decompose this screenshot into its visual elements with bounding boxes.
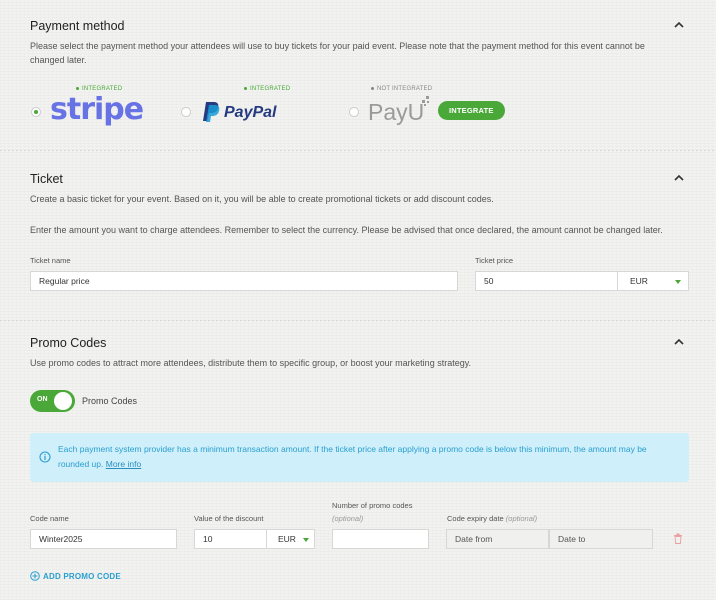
paypal-logo[interactable]: PayPal [224, 104, 276, 122]
ticket-title: Ticket [30, 172, 63, 186]
ticket-currency-value: EUR [630, 276, 648, 286]
discount-currency-select[interactable]: EUR [266, 529, 315, 549]
chevron-up-icon[interactable] [673, 336, 685, 348]
date-from-input[interactable]: Date from [446, 529, 549, 549]
ticket-name-label: Ticket name [30, 256, 71, 265]
payment-method-section: Payment method Please select the payment… [30, 0, 689, 150]
chevron-up-icon[interactable] [673, 172, 685, 184]
add-promo-code-label: ADD PROMO CODE [43, 572, 121, 581]
code-name-input[interactable]: Winter2025 [30, 529, 177, 549]
more-info-link[interactable]: More info [106, 459, 141, 469]
paypal-icon [203, 102, 220, 122]
add-promo-code-button[interactable]: ADD PROMO CODE [30, 571, 121, 581]
paypal-status: INTEGRATED [244, 86, 290, 92]
ticket-price-input[interactable]: 50 [475, 271, 618, 291]
caret-down-icon [303, 538, 309, 542]
payu-status: NOT INTEGRATED [371, 86, 432, 92]
ticket-section: Ticket Create a basic ticket for your ev… [30, 150, 689, 320]
stripe-radio[interactable] [31, 107, 41, 117]
promo-codes-toggle-label: Promo Codes [82, 396, 138, 406]
promo-count-label: Number of promo codes [332, 501, 413, 510]
promo-count-input[interactable] [332, 529, 429, 549]
plus-circle-icon [30, 571, 40, 581]
discount-value-label: Value of the discount [194, 514, 264, 523]
payu-logo[interactable]: PayU [368, 99, 424, 126]
expiry-date-label: Code expiry date (optional) [447, 514, 538, 523]
stripe-logo[interactable]: stripe [50, 92, 144, 127]
discount-value-input[interactable]: 10 [194, 529, 267, 549]
trash-icon[interactable] [673, 533, 683, 544]
payu-dots-icon [422, 96, 429, 106]
caret-down-icon [675, 280, 681, 284]
info-icon [39, 451, 51, 463]
promo-info-text: Each payment system provider has a minim… [58, 444, 647, 469]
chevron-up-icon[interactable] [673, 19, 685, 31]
ticket-name-input[interactable]: Regular price [30, 271, 458, 291]
toggle-state-label: ON [37, 396, 48, 403]
promo-info-box: Each payment system provider has a minim… [30, 433, 689, 482]
payment-method-title: Payment method [30, 19, 125, 33]
toggle-knob [54, 392, 72, 410]
integrate-button[interactable]: INTEGRATE [438, 101, 505, 120]
discount-currency-value: EUR [278, 534, 296, 544]
ticket-currency-note: Enter the amount you want to charge atte… [30, 225, 663, 235]
paypal-radio[interactable] [181, 107, 191, 117]
payu-radio[interactable] [349, 107, 359, 117]
date-to-input[interactable]: Date to [549, 529, 653, 549]
promo-codes-section: Promo Codes Use promo codes to attract m… [30, 320, 689, 600]
promo-codes-toggle[interactable]: ON [30, 390, 75, 412]
promo-codes-description: Use promo codes to attract more attendee… [30, 358, 472, 368]
ticket-price-label: Ticket price [475, 256, 514, 265]
code-name-label: Code name [30, 514, 69, 523]
promo-codes-title: Promo Codes [30, 336, 107, 350]
ticket-currency-select[interactable]: EUR [617, 271, 689, 291]
ticket-description: Create a basic ticket for your event. Ba… [30, 194, 494, 204]
promo-count-optional: (optional) [332, 514, 364, 523]
payment-method-description: Please select the payment method your at… [30, 41, 645, 65]
